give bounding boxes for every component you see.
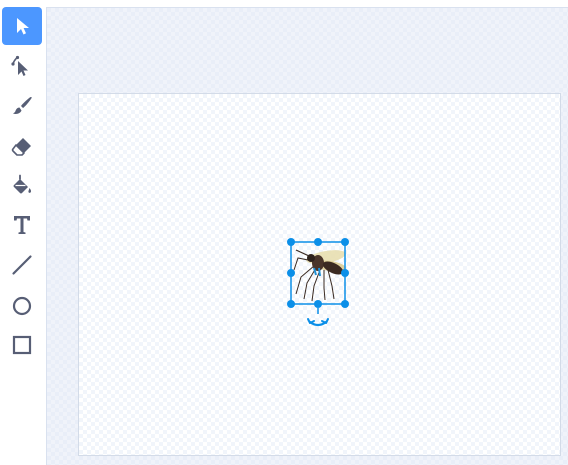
paint-bucket-icon (13, 174, 32, 194)
rectangle-icon (12, 335, 32, 355)
text-icon (14, 216, 30, 234)
circle-icon (12, 296, 32, 316)
tool-bar (0, 0, 44, 465)
resize-handle-top-left[interactable] (287, 238, 295, 246)
paint-editor (0, 0, 568, 465)
line-icon (12, 255, 32, 275)
line-tool-button[interactable] (2, 246, 42, 284)
reshape-pointer-icon (11, 55, 28, 76)
resize-handle-left[interactable] (287, 269, 295, 277)
resize-handle-top-right[interactable] (341, 238, 349, 246)
rectangle-tool-button[interactable] (2, 326, 42, 364)
resize-handle-right[interactable] (341, 269, 349, 277)
eraser-icon (11, 138, 31, 156)
select-tool-button[interactable] (2, 7, 42, 45)
eraser-tool-button[interactable] (2, 127, 42, 165)
resize-handle-top[interactable] (314, 238, 322, 246)
fill-tool-button[interactable] (2, 166, 42, 204)
brush-tool-button[interactable] (2, 87, 42, 125)
arrow-pointer-icon (17, 18, 29, 35)
resize-handle-bottom-left[interactable] (287, 300, 295, 308)
reshape-tool-button[interactable] (2, 48, 42, 86)
canvas-workspace[interactable] (46, 7, 568, 465)
resize-handle-bottom-right[interactable] (341, 300, 349, 308)
brush-icon (13, 97, 32, 114)
resize-handle-bottom[interactable] (314, 300, 322, 308)
circle-tool-button[interactable] (2, 287, 42, 325)
text-tool-button[interactable] (2, 206, 42, 244)
